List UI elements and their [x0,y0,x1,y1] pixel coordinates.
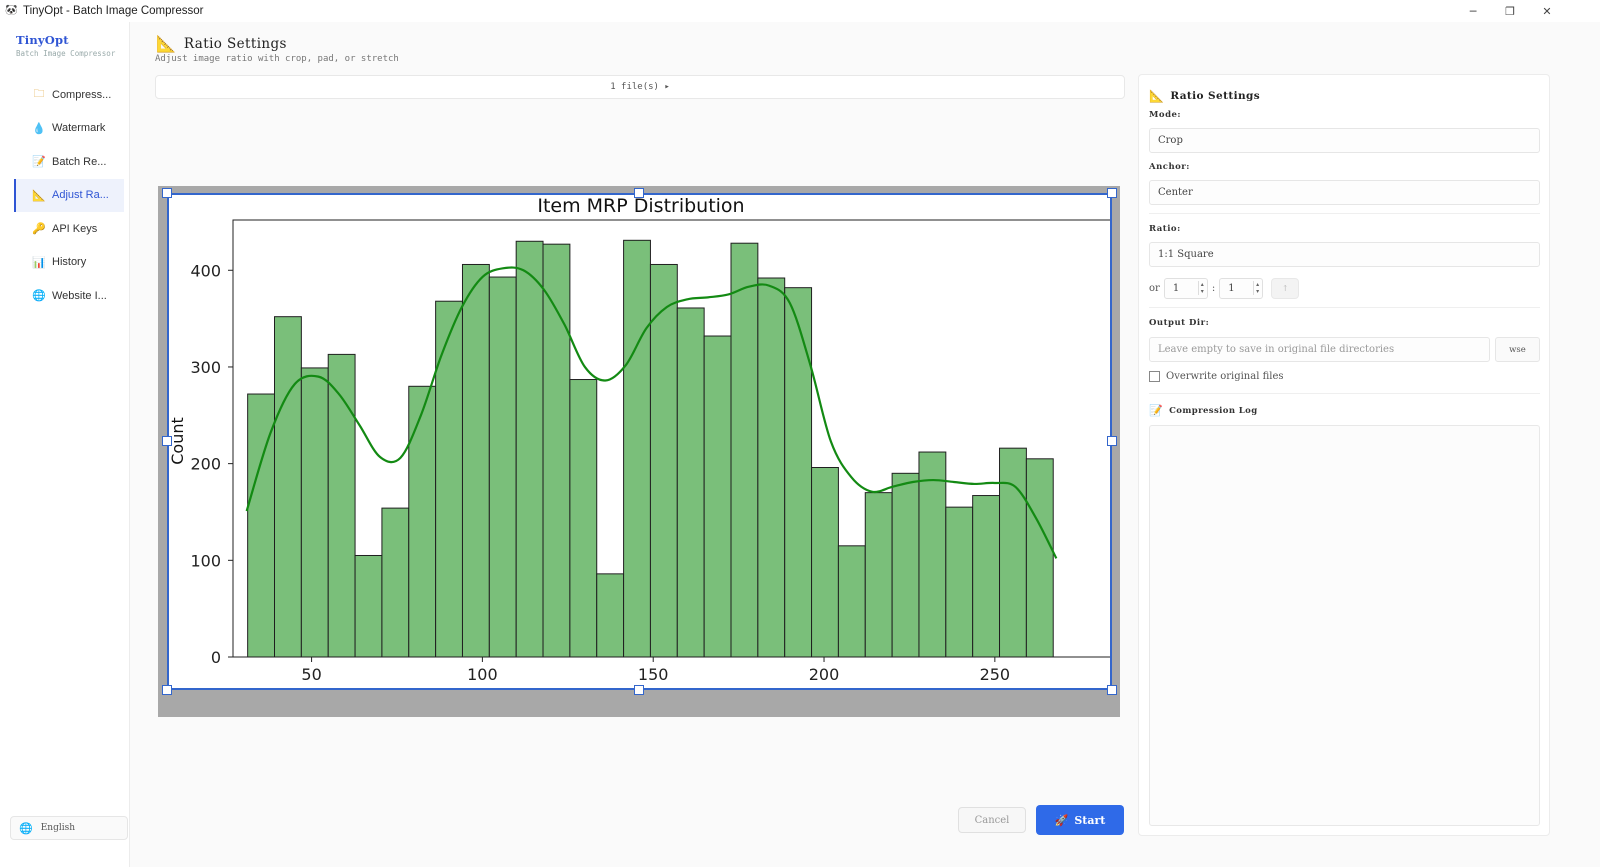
memo-icon: 📝 [1149,404,1164,417]
crop-handle-bottom-right[interactable] [1107,685,1117,695]
sidebar-item-label: Website I... [52,289,107,302]
sidebar-item-label: Compress... [52,88,112,101]
overwrite-checkbox[interactable] [1149,371,1160,382]
sidebar-item-compress[interactable]: 🗀 Compress... [14,78,124,112]
crop-handle-bottom[interactable] [634,685,644,695]
folder-icon: 🗀 [33,87,45,101]
app-icon: 🐼 [5,5,18,16]
key-icon: 🔑 [32,222,46,236]
crop-handle-top[interactable] [634,188,644,198]
sidebar-item-api-keys[interactable]: 🔑 API Keys [14,212,124,246]
sidebar-item-label: History [52,256,87,269]
sidebar-item-label: Watermark [52,122,106,135]
cancel-button[interactable]: Cancel [958,807,1026,833]
custom-ratio-row: or 1 ▴ ▾ : 1 ▴ ▾ ↑ [1149,278,1300,299]
output-dir-label: Output Dir: [1149,318,1210,328]
crop-selection[interactable] [167,193,1112,690]
globe-icon: 🌐 [19,821,33,835]
overwrite-label: Overwrite original files [1166,371,1284,382]
ratio-height-spinbox[interactable]: 1 ▴ ▾ [1219,278,1264,299]
crop-handle-left[interactable] [162,436,172,446]
sidebar-item-label: Adjust Ra... [52,189,109,202]
mode-select[interactable]: Crop [1149,128,1540,153]
anchor-select[interactable]: Center [1149,180,1540,205]
brand: TinyOpt Batch Image Compressor [16,33,115,58]
rocket-icon: 🚀 [1054,813,1069,827]
spin-arrows-icon[interactable]: ▴ ▾ [1197,281,1204,295]
log-title: Compression Log [1169,405,1258,416]
apply-ratio-button[interactable]: ↑ [1271,278,1300,299]
restore-button[interactable]: ❐ [1492,0,1528,22]
divider [1149,213,1540,214]
language-label: English [40,823,76,833]
sidebar-item-label: API Keys [52,222,98,235]
triangle-ruler-icon: 📐 [32,188,46,202]
crop-handle-top-left[interactable] [162,188,172,198]
minimize-button[interactable]: ─ [1455,0,1491,22]
compression-log[interactable] [1149,425,1540,826]
log-header: 📝 Compression Log [1149,404,1258,417]
close-button[interactable]: ✕ [1529,0,1565,22]
sidebar-item-batch-re[interactable]: 📝 Batch Re... [14,145,124,179]
triangle-ruler-icon: 📐 [1149,89,1165,103]
spin-arrows-icon[interactable]: ▴ ▾ [1253,281,1259,295]
mode-label: Mode: [1149,110,1182,120]
ratio-height-value: 1 [1228,283,1235,294]
crop-handle-top-right[interactable] [1107,188,1117,198]
divider [1149,307,1540,308]
page-title: 📐 Ratio Settings [156,34,287,53]
file-selector-bar[interactable]: 1 file(s) ▸ [155,75,1125,99]
bar-chart-icon: 📊 [32,255,46,269]
ratio-colon: : [1211,283,1216,294]
globe-icon: 🌐 [32,289,46,303]
overwrite-option[interactable]: Overwrite original files [1149,371,1284,382]
brand-name: TinyOpt [16,33,69,47]
sidebar-item-watermark[interactable]: 💧 Watermark [14,112,124,146]
page-title-text: Ratio Settings [183,35,287,52]
ratio-select[interactable]: 1:1 Square [1149,242,1540,267]
sidebar-item-website-i[interactable]: 🌐 Website I... [14,279,124,313]
main-area: 📐 Ratio Settings Adjust image ratio with… [140,22,1130,867]
sidebar: TinyOpt Batch Image Compressor 🗀 Compress… [0,22,130,867]
crop-handle-right[interactable] [1107,436,1117,446]
memo-icon: 📝 [32,155,46,169]
image-preview[interactable]: 50 100 150 200 250 0 100 200 300 400 Item MRP Dist… [158,186,1120,717]
page-subtitle: Adjust image ratio with crop, pad, or st… [155,54,399,64]
title-bar: 🐼 TinyOpt - Batch Image Compressor ─ ❐ ✕ [0,0,1600,22]
language-selector[interactable]: 🌐 English [10,816,128,840]
sidebar-item-label: Batch Re... [52,155,107,168]
divider [1149,393,1540,394]
settings-panel: 📐 Ratio Settings Mode: Crop Anchor: Cent… [1138,74,1550,836]
sidebar-item-history[interactable]: 📊 History [14,246,124,280]
ratio-label: Ratio: [1149,224,1181,234]
ratio-width-value: 1 [1172,283,1180,294]
window-title: TinyOpt - Batch Image Compressor [23,5,204,17]
sidebar-item-adjust-ra[interactable]: 📐 Adjust Ra... [14,178,124,212]
or-label: or [1149,283,1160,294]
output-dir-row: Leave empty to save in original file dir… [1149,337,1540,362]
start-label: Start [1074,813,1106,827]
sidebar-nav: 🗀 Compress... 💧 Watermark 📝 Batch Re... 📐 Adjus… [14,78,124,313]
droplet-icon: 💧 [32,121,46,135]
panel-title: Ratio Settings [1170,90,1261,102]
start-button[interactable]: 🚀 Start [1036,805,1124,835]
browse-button[interactable]: wse [1495,337,1540,362]
brand-subtitle: Batch Image Compressor [16,49,116,58]
ratio-width-spinbox[interactable]: 1 ▴ ▾ [1163,278,1208,299]
output-dir-input[interactable]: Leave empty to save in original file dir… [1149,337,1490,362]
triangle-ruler-icon: 📐 [156,34,176,53]
anchor-label: Anchor: [1149,162,1190,172]
crop-handle-bottom-left[interactable] [162,685,172,695]
panel-header: 📐 Ratio Settings [1149,89,1260,103]
